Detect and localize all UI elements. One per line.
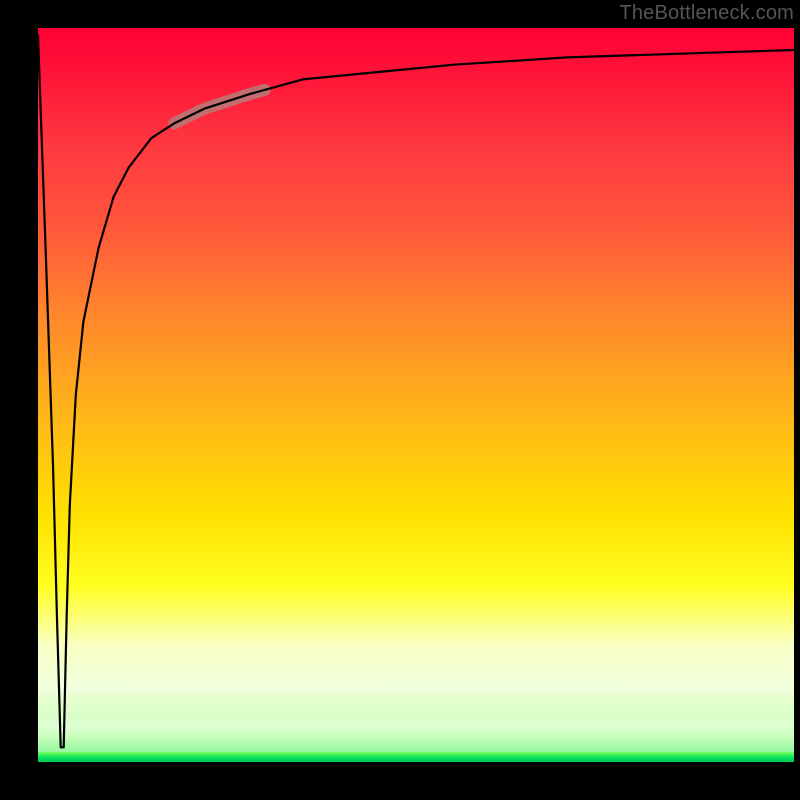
chart-plot-area <box>38 28 794 762</box>
watermark-text: TheBottleneck.com <box>619 2 794 25</box>
bottleneck-curve-path <box>38 35 794 747</box>
chart-svg <box>38 28 794 762</box>
curve-highlight-segment <box>174 90 265 124</box>
